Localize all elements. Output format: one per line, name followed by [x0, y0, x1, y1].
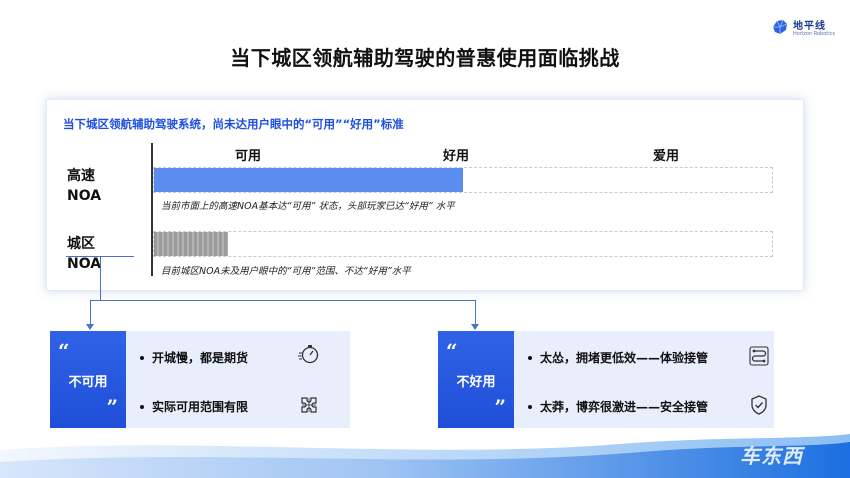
bullet	[528, 404, 532, 409]
connector-seg	[90, 300, 91, 325]
row-label-highway-line2: NOA	[67, 188, 102, 204]
logo-text-cn: 地平线	[793, 21, 826, 32]
footer-wave	[0, 434, 850, 478]
connector-seg	[100, 256, 101, 301]
card-tag-text: 不好用	[456, 375, 496, 390]
row-label-city-line2: NOA	[67, 256, 102, 272]
row-label-highway: 高速 NOA	[67, 166, 101, 206]
level-love: 爱用	[653, 149, 680, 164]
progress-fill-city	[154, 232, 229, 256]
level-usable: 可用	[235, 149, 262, 164]
card-item-text: 太怂，拥堵更低效——体验接管	[540, 351, 709, 365]
row-label-city-line1: 城区	[67, 236, 95, 252]
level-easy: 好用	[443, 149, 470, 164]
row-label-highway-line1: 高速	[67, 168, 95, 184]
card-item: 实际可用范围有限	[140, 398, 248, 415]
progress-track-city	[153, 231, 773, 257]
shield-check-icon	[751, 395, 767, 415]
horizon-logo-mark	[773, 19, 788, 34]
bullet	[140, 404, 144, 409]
card-item: 开城慢，都是期货	[140, 349, 248, 366]
card-item: 太莽，博弈很激进——安全接管	[528, 398, 708, 415]
logo-text-en: Horizon Robotics	[793, 31, 835, 37]
progress-fill-highway	[154, 168, 463, 192]
connector-seg	[90, 300, 476, 301]
stopwatch-icon	[298, 345, 319, 364]
slide-title: 当下城区领航辅助驾驶的普惠使用面临挑战	[230, 46, 620, 70]
card-item-text: 实际可用范围有限	[152, 400, 249, 414]
quote-close: ”	[494, 395, 506, 419]
card-tag: “ 不可用 ”	[50, 331, 126, 428]
card-item-text: 太莽，博弈很激进——安全接管	[540, 400, 709, 414]
card-item-text: 开城慢，都是期货	[152, 351, 249, 365]
progress-track-highway	[153, 167, 773, 193]
panel-heading: 当下城区领航辅助驾驶系统，尚未达用户眼中的“可用”“好用”标准	[63, 117, 404, 131]
comparison-panel: 当下城区领航辅助驾驶系统，尚未达用户眼中的“可用”“好用”标准 可用 好用 爱用…	[46, 99, 804, 291]
card-tag: “ 不好用 ”	[438, 331, 514, 428]
bullet	[140, 355, 144, 360]
route-icon	[749, 346, 769, 366]
card-item: 太怂，拥堵更低效——体验接管	[528, 349, 708, 366]
watermark-text: 车东西	[740, 444, 803, 468]
bullet	[528, 355, 532, 360]
note-highway: 当前市面上的高速NOA基本达“可用” 状态，头部玩家已达“好用” 水平	[161, 201, 455, 212]
card-unusable: “ 不可用 ” 开城慢，都是期货 实际可用范围有限	[50, 331, 350, 428]
row-label-city: 城区 NOA	[67, 234, 101, 274]
card-not-easy: “ 不好用 ” 太怂，拥堵更低效——体验接管 太莽，博弈很激进——安全接管	[438, 331, 774, 428]
quote-open: “	[446, 339, 458, 363]
connector-seg	[475, 300, 476, 325]
slide: 地平线 Horizon Robotics 当下城区领航辅助驾驶的普惠使用面临挑战…	[0, 0, 850, 478]
horizon-logo: 地平线 Horizon Robotics	[771, 16, 841, 42]
note-city: 目前城区NOA未及用户眼中的“可用”范围、不达“好用”水平	[161, 266, 411, 277]
arrow-down-icon	[86, 324, 94, 330]
card-tag-text: 不可用	[68, 375, 108, 390]
quote-close: ”	[106, 395, 118, 419]
arrow-down-icon	[471, 324, 479, 330]
quote-open: “	[58, 339, 70, 363]
puzzle-icon	[301, 397, 317, 413]
